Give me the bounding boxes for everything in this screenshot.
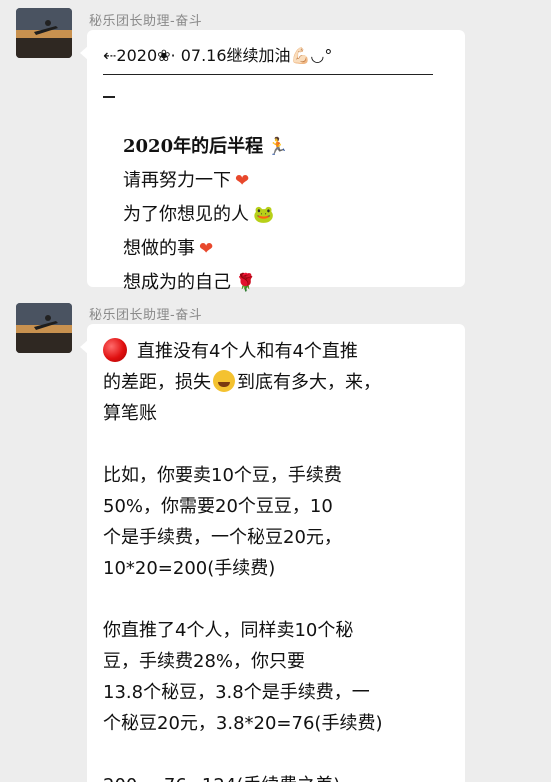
- chat-message-2: 秘乐团长助理-奋斗 直推没有4个人和有4个直推 的差距，损失 到底有多大，来， 算…: [0, 295, 551, 782]
- message-line: 2020年的后半程 🏃: [123, 130, 288, 164]
- message-line: 的差距，损失 到底有多大，来，: [103, 367, 382, 398]
- message-line: 想做的事 ❤: [123, 232, 288, 266]
- message-bubble[interactable]: 直推没有4个人和有4个直推 的差距，损失 到底有多大，来， 算笔账 比如，你要卖1…: [80, 324, 465, 782]
- heart-icon: ❤: [235, 171, 250, 191]
- message-line: 10*20=200(手续费): [103, 558, 276, 579]
- message-line: 比如，你要卖10个豆，手续费: [103, 465, 342, 486]
- sender-name: 秘乐团长助理-奋斗: [89, 14, 203, 29]
- message-line: 13.8个秘豆，3.8个是手续费，一: [103, 682, 370, 703]
- message-line: 个秘豆20元，3.8*20=76(手续费): [103, 713, 383, 734]
- divider-line: [103, 74, 433, 75]
- crying-laughing-icon: [213, 370, 235, 392]
- message-line: 请再努力一下 ❤: [123, 164, 288, 198]
- heart-icon: ❤: [199, 239, 214, 259]
- message-body: 直推没有4个人和有4个直推 的差距，损失 到底有多大，来， 算笔账 比如，你要卖1…: [103, 336, 382, 782]
- sender-avatar[interactable]: [16, 303, 72, 353]
- message-lines: 2020年的后半程 🏃 请再努力一下 ❤ 为了你想见的人 🐸 想做的事 ❤ 想成为的自己…: [123, 130, 288, 300]
- line-text: 直推没有4个人和有4个直推: [137, 341, 358, 362]
- message-line: 为了你想见的人 🐸: [123, 198, 288, 232]
- runner-icon: 🏃: [267, 137, 289, 157]
- red-circle-icon: [103, 338, 127, 362]
- line-text: 到底有多大，来，: [237, 372, 381, 393]
- chat-message-1: 秘乐团长助理-奋斗 ⇠2020❀· 07.16继续加油💪🏻◡° 2020年的后半…: [0, 0, 551, 293]
- message-header-text: ⇠2020❀· 07.16继续加油💪🏻◡°: [103, 46, 333, 65]
- message-bubble[interactable]: ⇠2020❀· 07.16继续加油💪🏻◡° 2020年的后半程 🏃 请再努力一下 ❤…: [80, 30, 465, 293]
- line-text: 想成为的自己: [123, 272, 231, 293]
- message-line: 50%，你需要20个豆豆，10: [103, 496, 333, 517]
- line-text: 为了你想见的人: [123, 204, 249, 225]
- line-text: 想做的事: [123, 238, 195, 259]
- message-line: 豆，手续费28%，你只要: [103, 651, 306, 672]
- line-text: 请再努力一下: [123, 170, 231, 191]
- line-text: 2020年的后半程: [123, 136, 264, 157]
- message-line: 200 − 76=124(手续费之差): [103, 770, 382, 782]
- sender-avatar[interactable]: [16, 8, 72, 58]
- divider-dash: [103, 96, 115, 98]
- avatar-image: [16, 8, 72, 58]
- sender-name: 秘乐团长助理-奋斗: [89, 308, 203, 323]
- avatar-image: [16, 303, 72, 353]
- message-line: 直推没有4个人和有4个直推: [103, 336, 382, 367]
- message-line: 个是手续费，一个秘豆20元，: [103, 527, 342, 548]
- message-line: 你直推了4个人，同样卖10个秘: [103, 620, 354, 641]
- message-line: 算笔账: [103, 403, 157, 424]
- frog-icon: 🐸: [253, 205, 275, 225]
- line-text: 的差距，损失: [103, 372, 211, 393]
